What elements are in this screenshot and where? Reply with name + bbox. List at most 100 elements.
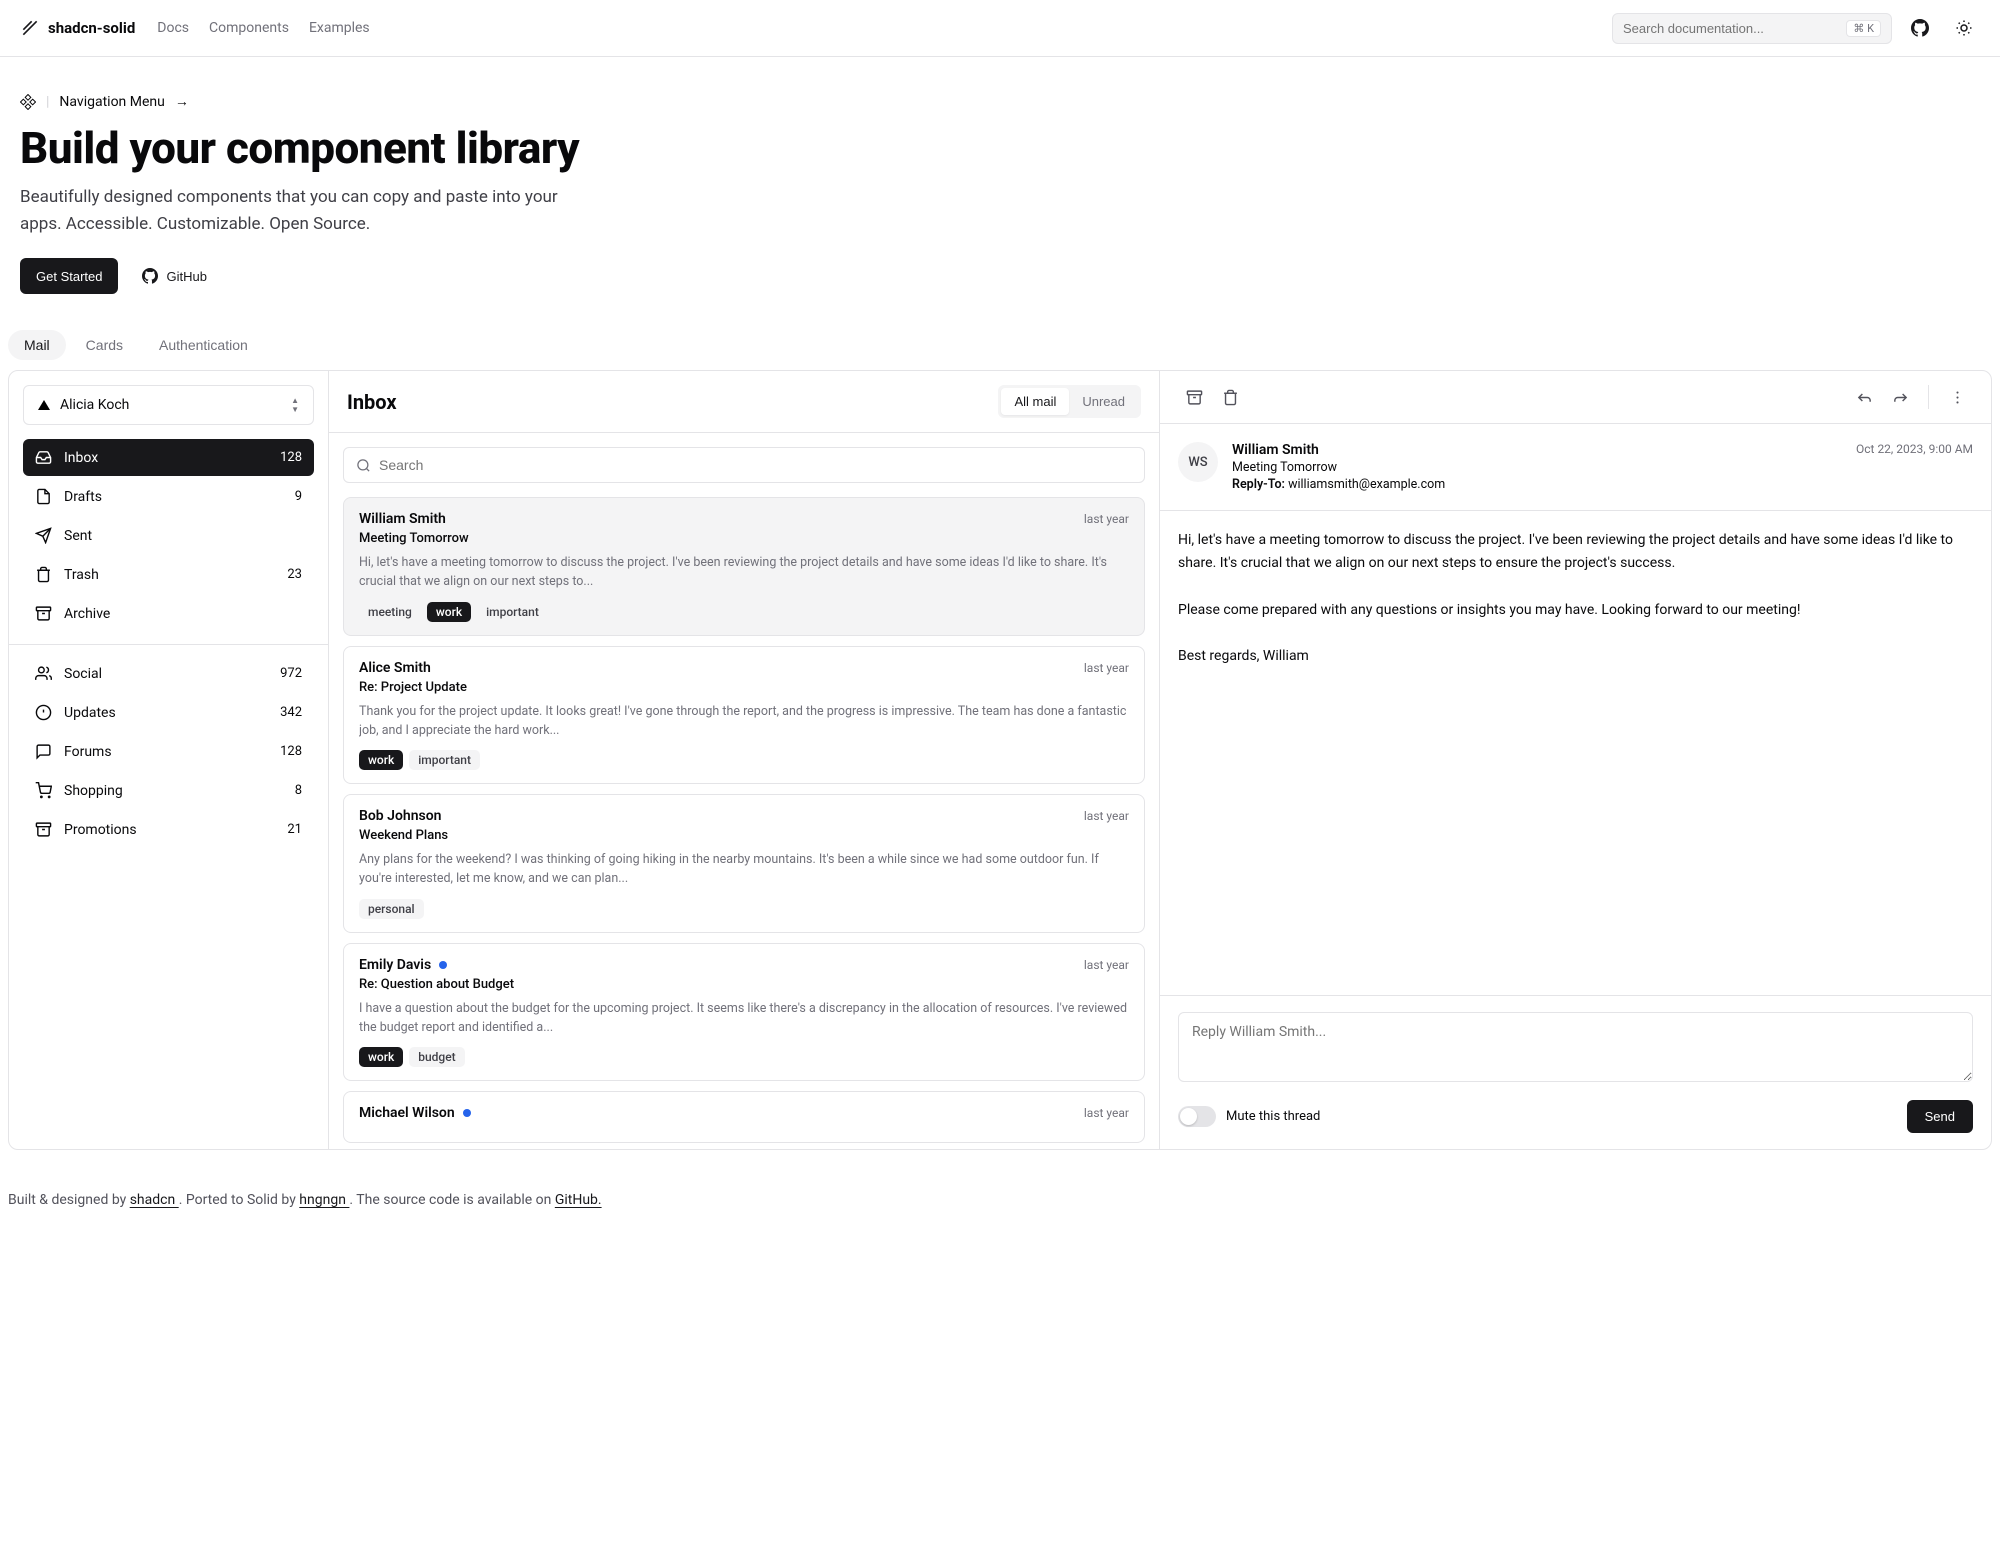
message-from: Alice Smith [359,660,431,676]
github-icon [142,268,158,284]
folder-label: Forums [64,744,268,760]
forward-icon [1892,389,1909,406]
breadcrumb-label[interactable]: Navigation Menu [59,94,164,110]
chevron-updown-icon: ▲▼ [291,396,299,414]
tab-cards[interactable]: Cards [70,330,139,360]
tag: meeting [359,602,421,622]
filter-all[interactable]: All mail [1001,388,1069,415]
tab-authentication[interactable]: Authentication [143,330,264,360]
mute-switch[interactable] [1178,1106,1216,1127]
mail-list: Inbox All mail Unread William Smith last… [329,371,1160,1149]
folder-inbox[interactable]: Inbox128 [23,439,314,476]
message-from: Michael Wilson [359,1105,471,1121]
more-button[interactable] [1941,381,1973,413]
folder-updates[interactable]: Updates342 [23,694,314,731]
mute-label: Mute this thread [1226,1109,1320,1124]
message-item[interactable]: Bob Johnson last year Weekend Plans Any … [343,794,1145,933]
message-time: last year [1084,809,1129,823]
trash-button[interactable] [1214,381,1246,413]
nav-examples[interactable]: Examples [309,20,370,36]
inbox-icon [35,449,52,466]
footer-shadcn-link[interactable]: shadcn [130,1192,179,1208]
folder-count: 128 [280,744,302,759]
archive-button[interactable] [1178,381,1210,413]
folder-count: 972 [280,666,302,681]
nav-docs[interactable]: Docs [157,20,189,36]
folder-count: 8 [295,783,302,798]
hero-subtitle: Beautifully designed components that you… [20,184,580,238]
folder-shopping[interactable]: Shopping 8 [23,772,314,809]
unread-dot-icon [439,961,447,969]
folder-sent[interactable]: Sent [23,517,314,554]
search-input[interactable] [1623,21,1846,36]
github-button[interactable]: GitHub [130,258,218,294]
diamond-icon [20,94,36,110]
filter-unread[interactable]: Unread [1069,388,1138,415]
folder-drafts[interactable]: Drafts9 [23,478,314,515]
users-icon [35,665,52,682]
github-link[interactable] [1904,12,1936,44]
mail-search[interactable] [343,447,1145,483]
message-time: last year [1084,958,1129,972]
tag: budget [409,1047,464,1067]
account-select[interactable]: Alicia Koch ▲▼ [23,385,314,425]
folder-trash[interactable]: Trash23 [23,556,314,593]
folder-label: Social [64,666,268,682]
tag: personal [359,899,424,919]
folder-forums[interactable]: Forums 128 [23,733,314,770]
message-item[interactable]: Alice Smith last year Re: Project Update… [343,646,1145,785]
message-preview: Hi, let's have a meeting tomorrow to dis… [359,554,1129,592]
brand-logo[interactable]: shadcn-solid [20,18,135,38]
mail-sidebar: Alicia Koch ▲▼ Inbox128Drafts9SentTrash2… [9,371,329,1149]
folder-count: 342 [280,705,302,720]
folder-count: 21 [287,822,302,837]
detail-body: Hi, let's have a meeting tomorrow to dis… [1160,511,1991,995]
archive-icon [1186,389,1203,406]
detail-reply-to: Reply-To: williamsmith@example.com [1232,477,1842,492]
nav-components[interactable]: Components [209,20,289,36]
get-started-button[interactable]: Get Started [20,258,118,294]
footer-hngngn-link[interactable]: hngngn [299,1192,349,1208]
message-from: Bob Johnson [359,808,441,824]
message-item[interactable]: Michael Wilson last year [343,1091,1145,1143]
message-preview: Thank you for the project update. It loo… [359,703,1129,741]
folder-social[interactable]: Social 972 [23,655,314,692]
message-time: last year [1084,512,1129,526]
tab-mail[interactable]: Mail [8,330,66,360]
tag: important [409,750,480,770]
chat-icon [35,743,52,760]
footer-github-link[interactable]: GitHub. [555,1192,602,1208]
brand-text: shadcn-solid [48,19,135,37]
avatar: WS [1178,442,1218,482]
theme-toggle[interactable] [1948,12,1980,44]
forward-button[interactable] [1884,381,1916,413]
tag: work [359,1047,403,1067]
search-kbd: ⌘ K [1846,20,1881,37]
file-icon [35,488,52,505]
folder-promotions[interactable]: Promotions21 [23,811,314,848]
search-box[interactable]: ⌘ K [1612,13,1892,44]
folder-archive[interactable]: Archive [23,595,314,632]
reply-icon [1856,389,1873,406]
sun-icon [1955,19,1973,37]
folder-label: Shopping [64,783,283,799]
message-from: William Smith [359,511,446,527]
message-subject: Weekend Plans [359,828,1129,843]
trash-icon [1222,389,1239,406]
arrow-icon: → [175,93,189,110]
reply-button[interactable] [1848,381,1880,413]
vercel-icon [38,400,50,410]
send-icon [35,527,52,544]
breadcrumb: | Navigation Menu → [20,93,1980,110]
message-preview: I have a question about the budget for t… [359,1000,1129,1038]
message-item[interactable]: Emily Davis last year Re: Question about… [343,943,1145,1082]
reply-textarea[interactable] [1178,1012,1973,1082]
message-time: last year [1084,1106,1129,1120]
search-icon [356,458,371,473]
message-item[interactable]: William Smith last year Meeting Tomorrow… [343,497,1145,636]
folder-label: Archive [64,606,290,622]
mail-search-input[interactable] [379,457,1132,473]
send-button[interactable]: Send [1907,1100,1973,1133]
divider [9,644,328,645]
hero-title: Build your component library [20,122,1980,174]
